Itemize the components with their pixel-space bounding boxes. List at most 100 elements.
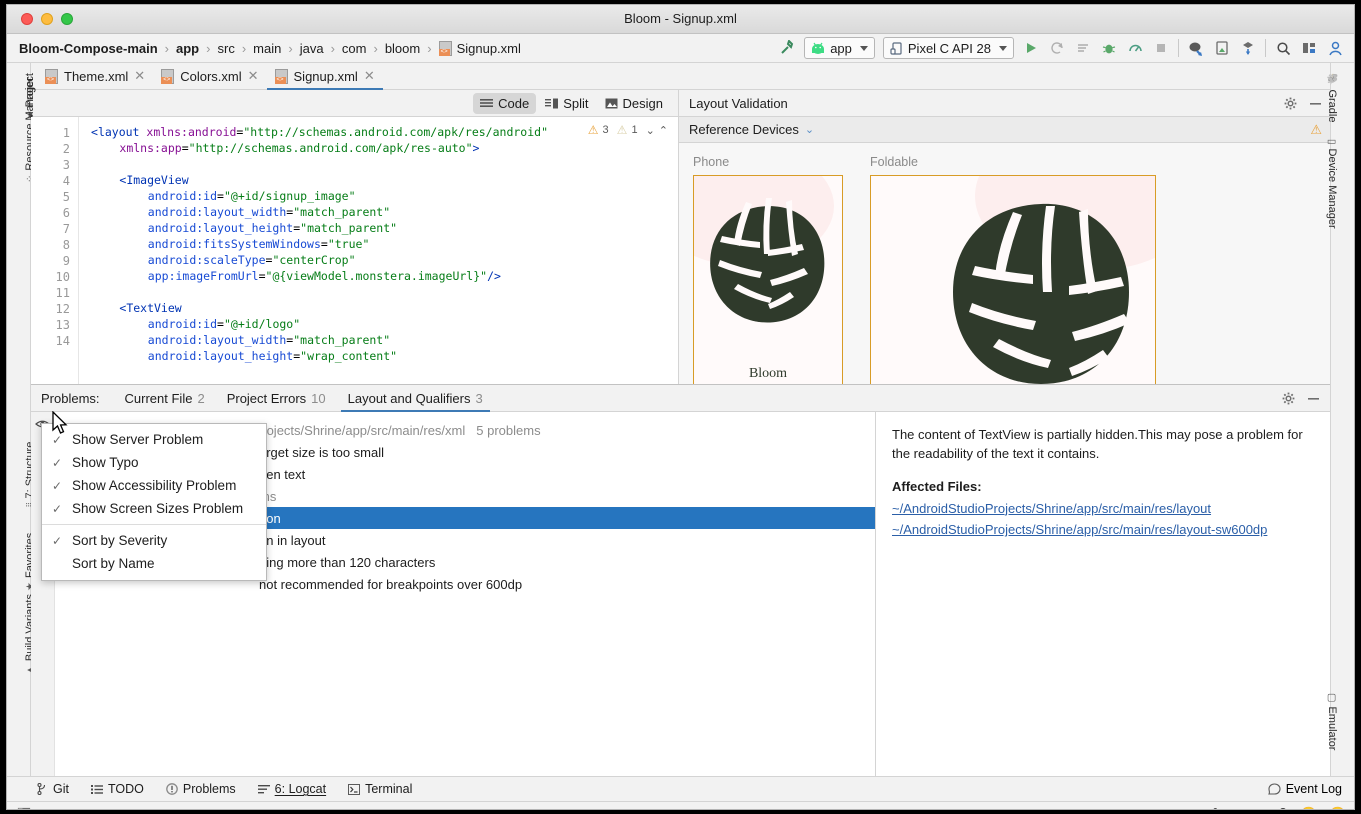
device-label: Pixel C API 28: [908, 41, 991, 56]
sdk-manager-icon[interactable]: [1183, 35, 1209, 61]
avd-manager-icon[interactable]: [1209, 35, 1235, 61]
menu-item-sort-by-name[interactable]: Sort by Name: [42, 552, 266, 575]
close-icon[interactable]: ✕: [134, 68, 145, 84]
editor-tab-signup-xml[interactable]: <> Signup.xml ✕: [267, 63, 383, 89]
run-icon[interactable]: [1018, 35, 1044, 61]
code-token: "@+id/signup_image": [224, 189, 356, 203]
breadcrumb-item-2[interactable]: src: [217, 41, 234, 56]
apply-code-changes-icon[interactable]: [1070, 35, 1096, 61]
tab-layout-and-qualifiers[interactable]: Layout and Qualifiers 3: [337, 385, 494, 411]
code-line[interactable]: android:id="@+id/signup_image": [148, 189, 356, 205]
warning-icon[interactable]: ⚠: [1310, 122, 1322, 138]
code-line[interactable]: android:layout_width="match_parent": [148, 205, 390, 221]
inspection-summary[interactable]: ⚠ 3 ⚠ 1 ⌄ ⌃: [588, 123, 668, 137]
breadcrumb-item-5[interactable]: com: [342, 41, 367, 56]
chevron-down-icon: [860, 46, 868, 51]
device-frame[interactable]: [870, 175, 1156, 384]
chevron-down-icon[interactable]: ⌄: [805, 123, 814, 136]
breadcrumb-item-3[interactable]: main: [253, 41, 281, 56]
device-preview-foldable[interactable]: Foldable: [870, 155, 1156, 384]
breadcrumb-item-7[interactable]: Signup.xml: [457, 41, 521, 56]
chevron-down-icon[interactable]: ⌄: [646, 124, 655, 137]
sidebar-item-gradle[interactable]: 🐘 Gradle: [1326, 73, 1338, 122]
code-line[interactable]: <layout xmlns:android="http://schemas.an…: [91, 125, 548, 141]
tab-current-file[interactable]: Current File 2: [114, 385, 216, 411]
breadcrumb-item-1[interactable]: app: [176, 41, 199, 56]
code-line[interactable]: android:fitsSystemWindows="true": [148, 237, 370, 253]
code-line[interactable]: <ImageView: [119, 173, 188, 189]
breadcrumb-item-0[interactable]: Bloom-Compose-main: [19, 41, 158, 56]
code-token: "@{viewModel.monstera.imageUrl}": [266, 269, 488, 283]
affected-file-link[interactable]: ~/AndroidStudioProjects/Shrine/app/src/m…: [892, 500, 1314, 519]
apply-changes-icon[interactable]: [1044, 35, 1070, 61]
reference-devices-label[interactable]: Reference Devices: [689, 122, 799, 137]
code-line[interactable]: android:layout_width="match_parent": [148, 333, 390, 349]
minimize-icon[interactable]: [1309, 97, 1322, 110]
show-hide-tool-windows-icon[interactable]: [17, 807, 31, 810]
tool-button-todo[interactable]: TODO: [91, 782, 144, 796]
sidebar-item-emulator[interactable]: ▢ Emulator: [1326, 693, 1338, 750]
debug-icon[interactable]: [1096, 35, 1122, 61]
device-frame[interactable]: Bloom: [693, 175, 843, 384]
menu-item-show-server-problem[interactable]: ✓Show Server Problem: [42, 428, 266, 451]
unlocked-icon[interactable]: [1277, 808, 1288, 811]
editor-mode-design[interactable]: Design: [598, 93, 670, 114]
editor-mode-split[interactable]: Split: [538, 93, 595, 114]
chevron-up-icon[interactable]: ⌃: [659, 124, 668, 137]
feedback-positive-icon[interactable]: 🙂: [1301, 806, 1317, 810]
run-configuration-label: app: [830, 41, 852, 56]
minimize-icon[interactable]: [1307, 392, 1320, 405]
event-log-button[interactable]: Event Log: [1268, 782, 1342, 796]
tool-button-problems[interactable]: Problems: [166, 782, 236, 796]
gear-icon[interactable]: [1284, 97, 1297, 110]
menu-item-show-typo[interactable]: ✓Show Typo: [42, 451, 266, 474]
caret-position[interactable]: 39:34: [1096, 807, 1126, 810]
close-icon[interactable]: ✕: [364, 68, 375, 84]
problems-filter-context-menu[interactable]: ✓Show Server Problem✓Show Typo✓Show Acce…: [41, 423, 267, 581]
reference-devices-body[interactable]: Phone: [679, 143, 1330, 384]
code-line[interactable]: android:scaleType="centerCrop": [148, 253, 356, 269]
line-separator[interactable]: LF: [1139, 807, 1153, 810]
tool-button-git[interactable]: Git: [37, 782, 69, 796]
code-line[interactable]: app:imageFromUrl="@{viewModel.monstera.i…: [148, 269, 501, 285]
code-line[interactable]: <TextView: [119, 301, 181, 317]
breadcrumb-item-6[interactable]: bloom: [385, 41, 420, 56]
search-icon[interactable]: [1270, 35, 1296, 61]
code-line[interactable]: xmlns:app="http://schemas.android.com/ap…: [119, 141, 479, 157]
menu-item-show-accessibility-problem[interactable]: ✓Show Accessibility Problem: [42, 474, 266, 497]
affected-file-link[interactable]: ~/AndroidStudioProjects/Shrine/app/src/m…: [892, 521, 1314, 540]
editor-tab-label: Colors.xml: [180, 69, 241, 84]
device-preview-phone[interactable]: Phone: [693, 155, 843, 384]
sidebar-item-device-manager[interactable]: ▯ Device Manager: [1326, 139, 1338, 229]
editor-mode-label: Design: [623, 96, 663, 111]
reference-devices-bar: Reference Devices ⌄ ⚠: [679, 117, 1330, 143]
menu-item-show-screen-sizes-problem[interactable]: ✓Show Screen Sizes Problem: [42, 497, 266, 520]
editor-tab-colors-xml[interactable]: <> Colors.xml ✕: [153, 63, 266, 89]
project-structure-icon[interactable]: [1296, 35, 1322, 61]
close-icon[interactable]: ✕: [248, 68, 259, 84]
code-editor[interactable]: 1234567891011121314 <layout xmlns:androi…: [31, 117, 678, 384]
stop-icon[interactable]: [1148, 35, 1174, 61]
code-line[interactable]: android:layout_height="wrap_content": [148, 349, 397, 365]
feedback-negative-icon[interactable]: 🙁: [1330, 806, 1346, 810]
tab-count: 3: [475, 391, 482, 406]
file-encoding[interactable]: UTF-8: [1166, 807, 1200, 810]
menu-item-sort-by-severity[interactable]: ✓Sort by Severity: [42, 529, 266, 552]
gear-icon[interactable]: [1282, 392, 1295, 405]
editor-mode-code[interactable]: Code: [473, 93, 536, 114]
hammer-icon[interactable]: [774, 35, 800, 61]
code-line[interactable]: android:id="@+id/logo": [148, 317, 300, 333]
device-selector[interactable]: Pixel C API 28: [883, 37, 1014, 59]
run-configuration-selector[interactable]: app: [804, 37, 875, 59]
tab-project-errors[interactable]: Project Errors 10: [216, 385, 337, 411]
breadcrumb-item-4[interactable]: java: [300, 41, 324, 56]
profiler-icon[interactable]: [1122, 35, 1148, 61]
editor-tab-theme-xml[interactable]: <> Theme.xml ✕: [37, 63, 153, 89]
account-icon[interactable]: [1322, 35, 1348, 61]
layout-inspector-icon[interactable]: [1235, 35, 1261, 61]
git-branch-widget[interactable]: master: [1213, 807, 1264, 810]
tool-button-logcat[interactable]: 6: Logcat: [258, 782, 326, 796]
line-number: 11: [56, 286, 70, 300]
code-line[interactable]: android:layout_height="match_parent": [148, 221, 397, 237]
tool-button-terminal[interactable]: Terminal: [348, 782, 412, 796]
